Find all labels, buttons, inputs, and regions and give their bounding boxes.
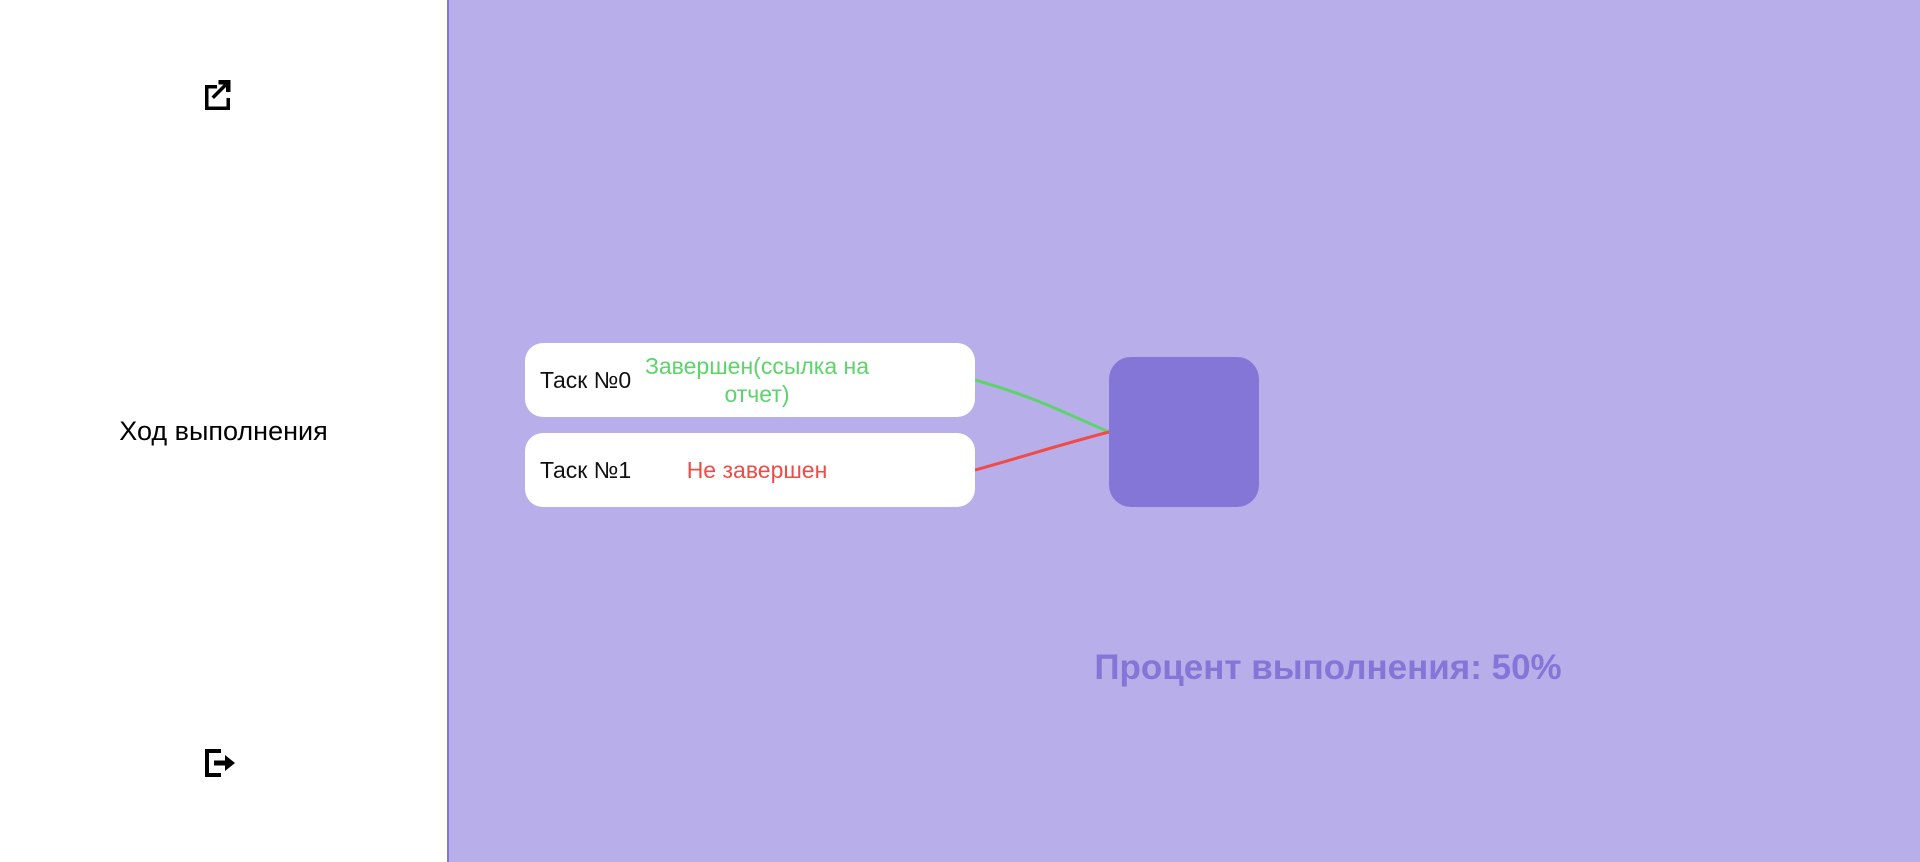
task-name: Таск №1 <box>540 457 632 483</box>
progress-nav-item[interactable]: Ход выполнения <box>0 416 447 447</box>
connector-line-task-1 <box>974 430 1110 472</box>
task-card[interactable]: Таск №0 Завершен(ссылка на отчет) <box>525 343 975 417</box>
open-external-icon[interactable] <box>200 76 240 116</box>
main-area: Таск №0 Завершен(ссылка на отчет) Таск №… <box>449 0 1920 862</box>
completion-percent: Процент выполнения: 50% <box>1094 648 1562 687</box>
task-status-report-link[interactable]: Завершен(ссылка на отчет) <box>642 343 872 417</box>
app-window: Ход выполнения Таск №0 Завершен(ссылка н… <box>0 0 1920 862</box>
task-card[interactable]: Таск №1 Не завершен <box>525 433 975 507</box>
project-node <box>1109 357 1259 507</box>
task-name: Таск №0 <box>540 367 632 393</box>
connector-line-task-0 <box>974 378 1110 434</box>
logout-icon[interactable] <box>200 743 240 783</box>
open-external-icon-graphic <box>205 80 231 110</box>
task-status: Не завершен <box>686 457 828 483</box>
logout-icon-graphic <box>205 749 235 777</box>
sidebar: Ход выполнения <box>0 0 449 862</box>
